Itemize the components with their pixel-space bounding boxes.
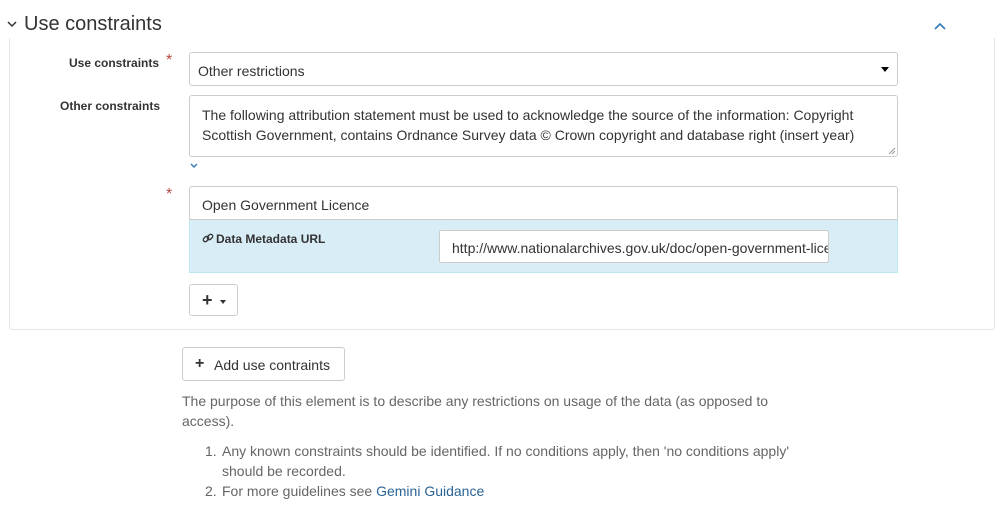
gemini-guidance-link[interactable]: Gemini Guidance <box>376 483 484 499</box>
list-item-text: For more guidelines see Gemini Guidance <box>222 481 812 501</box>
list-item-number: 2. <box>205 483 217 499</box>
use-constraints-select[interactable]: Other restrictions <box>189 52 898 86</box>
metadata-url-label: Data Metadata URL <box>216 232 326 246</box>
list-item-prefix: For more guidelines see <box>222 483 377 499</box>
resize-grip-icon[interactable] <box>888 147 896 155</box>
licence-value: Open Government Licence <box>202 197 370 213</box>
add-item-dropdown-button[interactable]: + <box>189 284 238 316</box>
other-constraints-textarea[interactable]: The following attribution statement must… <box>189 95 898 157</box>
chevron-up-icon[interactable] <box>932 19 948 33</box>
chevron-down-icon[interactable] <box>189 162 199 170</box>
plus-icon: + <box>195 355 205 372</box>
required-marker: * <box>166 186 173 203</box>
metadata-url-value: http://www.nationalarchives.gov.uk/doc/o… <box>452 240 828 256</box>
caret-down-icon <box>881 67 889 72</box>
metadata-url-panel: Data Metadata URL http://www.nationalarc… <box>189 220 898 273</box>
caret-down-icon <box>220 300 226 304</box>
use-constraints-label: Use constraints <box>69 56 160 70</box>
chevron-down-icon[interactable] <box>5 17 19 31</box>
licence-input[interactable]: Open Government Licence <box>189 186 898 220</box>
section-header[interactable]: Use constraints <box>0 6 1004 36</box>
link-icon <box>202 233 214 243</box>
plus-icon: + <box>202 290 213 310</box>
section-title: Use constraints <box>24 13 162 35</box>
other-constraints-value: The following attribution statement must… <box>202 107 855 143</box>
list-item-text: Any known constraints should be identifi… <box>222 443 789 479</box>
list-item: 1. Any known constraints should be ident… <box>205 441 805 481</box>
use-constraints-selected: Other restrictions <box>198 63 305 79</box>
help-paragraph: The purpose of this element is to descri… <box>182 393 769 429</box>
list-item: 2. For more guidelines see Gemini Guidan… <box>205 481 805 501</box>
add-use-constraints-label: Add use contraints <box>214 357 330 373</box>
metadata-url-input[interactable]: http://www.nationalarchives.gov.uk/doc/o… <box>439 230 829 263</box>
add-use-constraints-button[interactable]: + Add use contraints <box>182 347 345 381</box>
required-marker: * <box>166 52 173 69</box>
list-item-number: 1. <box>205 443 217 459</box>
other-constraints-label: Other constraints <box>60 99 161 113</box>
